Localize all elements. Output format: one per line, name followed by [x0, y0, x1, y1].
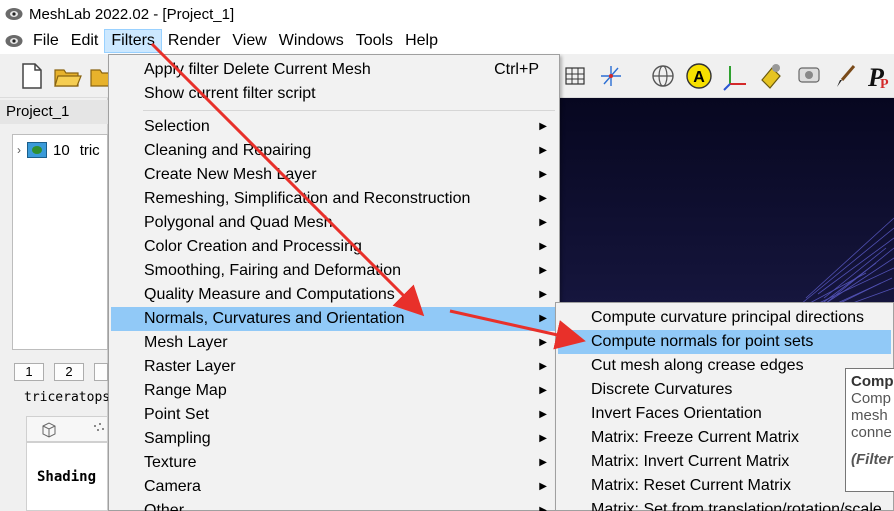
submenu-item-cut-mesh[interactable]: Cut mesh along crease edges [558, 354, 891, 378]
category-normals-curvatures[interactable]: Normals, Curvatures and Orientation ▶ [111, 307, 557, 331]
filter-tooltip: Comp Comp mesh conne (Filter [845, 368, 894, 492]
page-button-1[interactable]: 1 [14, 363, 44, 381]
svg-text:A: A [693, 69, 705, 86]
submenu-arrow-icon: ▶ [539, 385, 547, 396]
page-button-2[interactable]: 2 [54, 363, 84, 381]
menu-file[interactable]: File [27, 29, 65, 53]
meshlab-logo-icon [5, 35, 23, 47]
submenu-arrow-icon: ▶ [539, 193, 547, 204]
category-sampling[interactable]: Sampling ▶ [111, 427, 557, 451]
chevron-right-icon[interactable]: › [13, 143, 25, 157]
submenu-item-compute-normals[interactable]: Compute normals for point sets [558, 330, 891, 354]
submenu-arrow-icon: ▶ [539, 241, 547, 252]
project-title: Project_1 [0, 100, 108, 124]
category-polygonal-quad[interactable]: Polygonal and Quad Mesh ▶ [111, 211, 557, 235]
category-other[interactable]: Other ▶ [111, 499, 557, 511]
show-filter-script-item[interactable]: Show current filter script [111, 82, 557, 106]
mesh-name: triceratops [24, 390, 111, 405]
submenu-arrow-icon: ▶ [539, 217, 547, 228]
submenu-item-discrete-curvatures[interactable]: Discrete Curvatures [558, 378, 891, 402]
svg-text:P: P [880, 77, 889, 92]
category-cleaning[interactable]: Cleaning and Repairing ▶ [111, 139, 557, 163]
menu-windows[interactable]: Windows [273, 29, 350, 53]
submenu-arrow-icon: ▶ [539, 313, 547, 324]
submenu-item-curvature-directions[interactable]: Compute curvature principal directions [558, 306, 891, 330]
category-mesh-layer[interactable]: Mesh Layer ▶ [111, 331, 557, 355]
layer-panel: Project_1 › 10 tric 1 2 triceratops Shad… [0, 98, 111, 511]
submenu-item-reset-matrix[interactable]: Matrix: Reset Current Matrix [558, 474, 891, 498]
tooltip-line: mesh [851, 407, 888, 424]
page-button-3[interactable] [94, 363, 108, 381]
category-camera[interactable]: Camera ▶ [111, 475, 557, 499]
submenu-arrow-icon: ▶ [539, 409, 547, 420]
shortcut-label: Ctrl+P [494, 61, 539, 78]
layer-number: 10 [53, 141, 70, 159]
paint-bucket-icon[interactable] [756, 60, 786, 92]
shading-panel: Shading [26, 442, 108, 511]
wireframe-icon[interactable] [560, 60, 590, 92]
category-texture[interactable]: Texture ▶ [111, 451, 557, 475]
cube-icon[interactable] [39, 420, 59, 440]
submenu-arrow-icon: ▶ [539, 505, 547, 511]
menu-view[interactable]: View [226, 29, 272, 53]
render-tabs [26, 416, 108, 442]
menu-help[interactable]: Help [399, 29, 444, 53]
submenu-arrow-icon: ▶ [539, 265, 547, 276]
category-selection[interactable]: Selection ▶ [111, 115, 557, 139]
menu-bar: File Edit Filters Render View Windows To… [0, 28, 894, 54]
submenu-arrow-icon: ▶ [539, 169, 547, 180]
submenu-arrow-icon: ▶ [539, 145, 547, 156]
apply-filter-item[interactable]: Apply filter Delete Current Mesh Ctrl+P [111, 58, 557, 82]
submenu-item-set-matrix[interactable]: Matrix: Set from translation/rotation/sc… [558, 498, 891, 511]
category-point-set[interactable]: Point Set ▶ [111, 403, 557, 427]
menu-filters[interactable]: Filters [104, 29, 162, 53]
category-raster-layer[interactable]: Raster Layer ▶ [111, 355, 557, 379]
category-smoothing[interactable]: Smoothing, Fairing and Deformation ▶ [111, 259, 557, 283]
points-icon[interactable] [91, 420, 107, 440]
category-color[interactable]: Color Creation and Processing ▶ [111, 235, 557, 259]
submenu-arrow-icon: ▶ [539, 433, 547, 444]
tooltip-line: conne [851, 424, 892, 441]
layer-tree: › 10 tric [12, 134, 108, 350]
category-remeshing[interactable]: Remeshing, Simplification and Reconstruc… [111, 187, 557, 211]
submenu-arrow-icon: ▶ [539, 481, 547, 492]
menu-render[interactable]: Render [162, 29, 226, 53]
submenu-arrow-icon: ▶ [539, 361, 547, 372]
submenu-item-invert-matrix[interactable]: Matrix: Invert Current Matrix [558, 450, 891, 474]
category-range-map[interactable]: Range Map ▶ [111, 379, 557, 403]
category-create-mesh-layer[interactable]: Create New Mesh Layer ▶ [111, 163, 557, 187]
submenu-item-invert-faces[interactable]: Invert Faces Orientation [558, 402, 891, 426]
tooltip-line: Comp [851, 390, 892, 407]
menu-separator [143, 110, 555, 111]
tooltip-footer: (Filter [851, 451, 893, 468]
submenu-arrow-icon: ▶ [539, 121, 547, 132]
axes-icon[interactable] [596, 60, 626, 92]
new-file-icon[interactable] [16, 60, 46, 92]
submenu-item-freeze-matrix[interactable]: Matrix: Freeze Current Matrix [558, 426, 891, 450]
eye-visibility-icon[interactable] [27, 142, 47, 158]
meshlab-logo-icon [5, 8, 23, 20]
menu-edit[interactable]: Edit [65, 29, 105, 53]
shading-label: Shading [37, 469, 97, 485]
raster-alignment-icon[interactable] [794, 60, 824, 92]
title-bar: MeshLab 2022.02 - [Project_1] [0, 0, 894, 28]
annotation-a-icon[interactable]: A [684, 60, 714, 92]
menu-tools[interactable]: Tools [350, 29, 399, 53]
filters-menu: Apply filter Delete Current Mesh Ctrl+P … [108, 54, 560, 511]
window-title: MeshLab 2022.02 - [Project_1] [29, 5, 235, 23]
submenu-arrow-icon: ▶ [539, 457, 547, 468]
layer-row[interactable]: › 10 tric [13, 139, 100, 161]
submenu-arrow-icon: ▶ [539, 337, 547, 348]
submenu-arrow-icon: ▶ [539, 289, 547, 300]
open-folder-icon[interactable] [52, 60, 82, 92]
category-quality-measure[interactable]: Quality Measure and Computations ▶ [111, 283, 557, 307]
brush-icon[interactable] [830, 60, 860, 92]
layer-name: tric [79, 141, 100, 159]
transform-axes-icon[interactable] [720, 60, 750, 92]
tooltip-title: Comp [851, 373, 894, 390]
normals-submenu: Compute curvature principal directions C… [555, 302, 894, 511]
globe-icon[interactable] [648, 60, 678, 92]
paint-text-icon[interactable]: P P [864, 60, 894, 92]
